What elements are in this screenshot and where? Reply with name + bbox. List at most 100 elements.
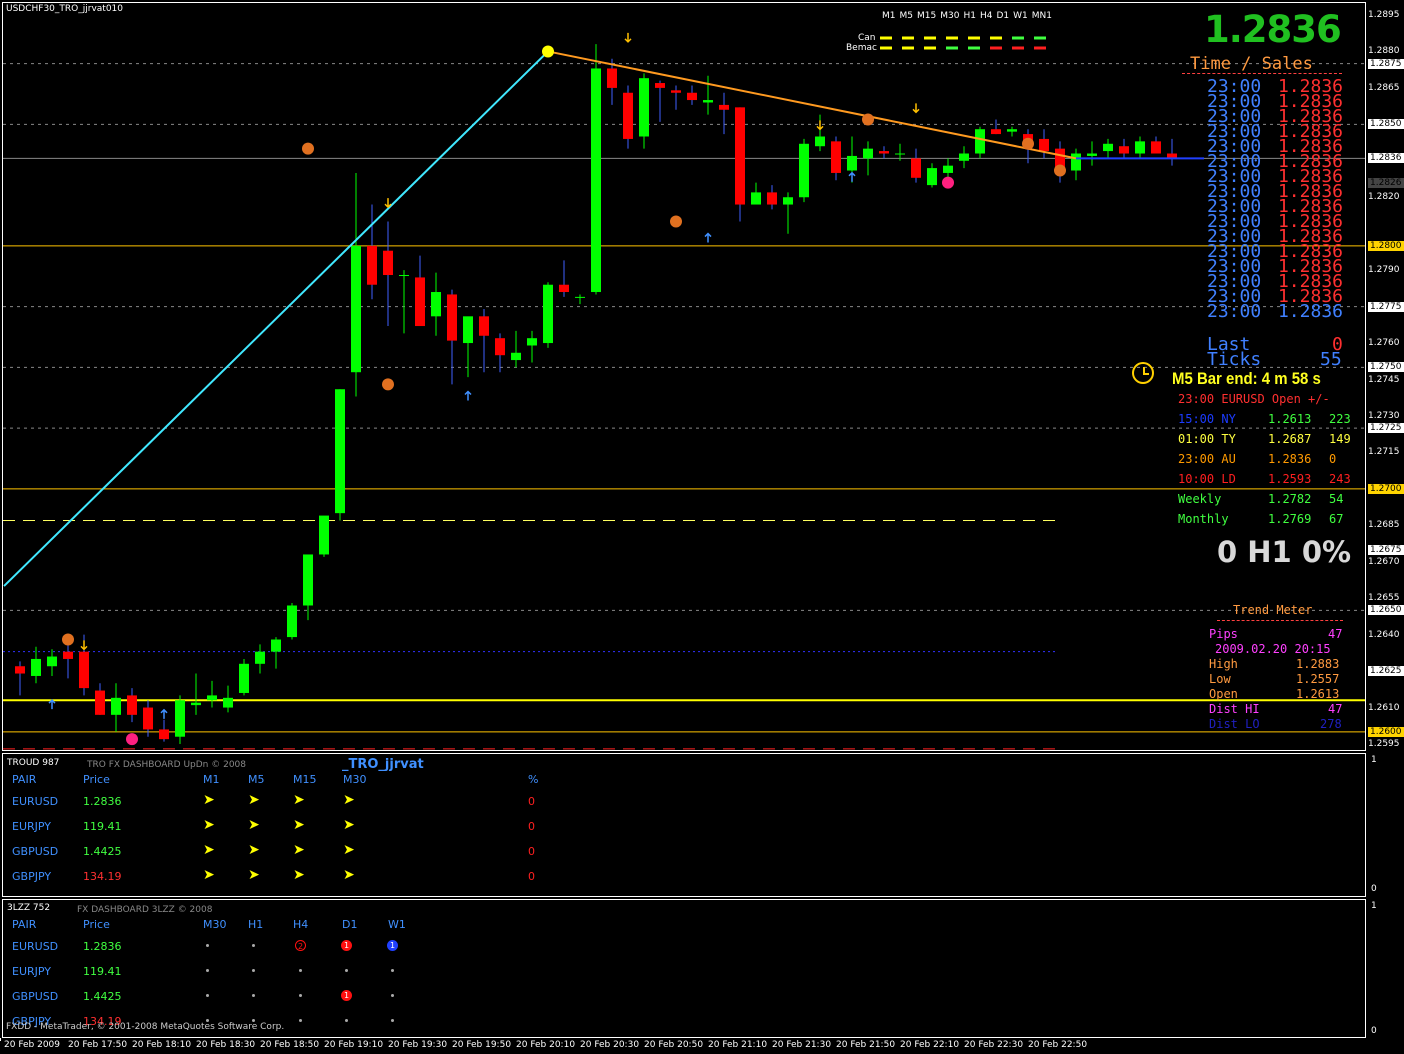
dashboard2-signal-h4: 2 — [295, 940, 306, 951]
price-label: 1.2730 — [1368, 410, 1400, 421]
trend-meter-title: Trend Meter — [1233, 603, 1313, 617]
session-price-au: 1.2836 — [1268, 452, 1312, 466]
time-sales-underline — [1182, 73, 1342, 74]
candle-body-39 — [639, 78, 649, 137]
dashboard1-pair[interactable]: EURUSD — [12, 795, 58, 808]
dashboard1-arrow-icon: ➤ — [293, 867, 305, 883]
candle-body-50 — [815, 136, 825, 147]
arrow-up-1 — [48, 699, 56, 710]
candle-body-29 — [479, 316, 489, 336]
tm-high-label: High — [1209, 657, 1238, 671]
legend-can-label: Can — [858, 33, 876, 43]
dashboard2-pair[interactable]: GBPUSD — [12, 990, 58, 1003]
candle-body-49 — [799, 143, 809, 198]
zigzag-marker-c — [62, 633, 74, 646]
price-label: 1.2745 — [1368, 374, 1400, 385]
ticks-label: Ticks — [1207, 349, 1262, 370]
dashboard1-pct: 0 — [528, 820, 535, 833]
monthly-price: 1.2769 — [1268, 512, 1312, 526]
tm-open-value: 1.2613 — [1296, 687, 1340, 701]
dashboard2-dot — [252, 969, 255, 972]
candle-body-11 — [191, 702, 201, 706]
dashboard2-pair[interactable]: EURUSD — [12, 940, 58, 953]
time-label: 20 Feb 20:10 — [516, 1040, 576, 1050]
timeframe-selector[interactable]: M1 M5 M15 M30 H1 H4 D1 W1 MN1 — [882, 11, 1052, 21]
timeframe-m15[interactable]: M15 — [917, 11, 936, 21]
candle-body-19 — [319, 515, 329, 555]
weekly-price: 1.2782 — [1268, 492, 1312, 506]
price-label: 1.2600 — [1368, 726, 1404, 737]
candle-body-30 — [495, 338, 505, 356]
candle-body-40 — [655, 83, 665, 88]
candle-body-0 — [15, 666, 25, 674]
timeframe-w1[interactable]: W1 — [1013, 11, 1028, 21]
zigzag-marker-i — [1054, 164, 1066, 177]
dashboard1-arrow-icon: ➤ — [343, 817, 355, 833]
session-pips-ny: 223 — [1329, 412, 1351, 426]
session-pips-ld: 243 — [1329, 472, 1351, 486]
timeframe-d1[interactable]: D1 — [996, 11, 1009, 21]
dashboard2-dot — [252, 944, 255, 947]
dashboard1-pair[interactable]: GBPJPY — [12, 870, 51, 883]
price-label: 1.2836 — [1368, 153, 1404, 164]
price-label: 1.2760 — [1368, 338, 1400, 349]
timeframe-h1[interactable]: H1 — [963, 11, 976, 21]
candle-body-5 — [95, 690, 105, 715]
dashboard2-signal-w1: 1 — [387, 940, 398, 951]
candle-body-68 — [1103, 143, 1113, 152]
time-label: 20 Feb 22:10 — [900, 1040, 960, 1050]
timeframe-m1[interactable]: M1 — [882, 11, 896, 21]
tm-high-value: 1.2883 — [1296, 657, 1340, 671]
candle-body-14 — [239, 663, 249, 693]
candle-body-46 — [751, 192, 761, 205]
session-price-ld: 1.2593 — [1268, 472, 1312, 486]
big-price: 1.2836 — [1204, 8, 1342, 51]
time-sales-row: 23:00 1.2836 — [1207, 303, 1343, 321]
time-label: 20 Feb 19:30 — [388, 1040, 448, 1050]
tm-dist-lo-label: Dist LO — [1209, 717, 1260, 731]
timeframe-mn1[interactable]: MN1 — [1032, 11, 1052, 21]
timeframe-h4[interactable]: H4 — [980, 11, 993, 21]
zigzag-marker-g — [942, 176, 954, 189]
session-name-au: 23:00 AU — [1178, 452, 1236, 466]
candle-body-26 — [431, 292, 441, 317]
zigzag-marker-d — [126, 733, 138, 746]
time-label: 20 Feb 20:50 — [644, 1040, 704, 1050]
dashboard2-pair[interactable]: EURJPY — [12, 965, 51, 978]
dashboard1-arrow-icon: ➤ — [293, 817, 305, 833]
ticks-value: 55 — [1320, 349, 1342, 370]
timeframe-m5[interactable]: M5 — [900, 11, 914, 21]
dashboard2-dot — [299, 1019, 302, 1022]
candle-body-55 — [895, 153, 905, 155]
dashboard1-pct: 0 — [528, 845, 535, 858]
dashboard2-dot — [206, 969, 209, 972]
time-label: 20 Feb 21:50 — [836, 1040, 896, 1050]
price-label: 1.2640 — [1368, 629, 1400, 640]
candle-body-56 — [911, 158, 921, 178]
dashboard2-dot — [391, 969, 394, 972]
timeframe-m30[interactable]: M30 — [940, 11, 959, 21]
time-label: 20 Feb 21:30 — [772, 1040, 832, 1050]
session-name-ld: 10:00 LD — [1178, 472, 1236, 486]
price-label: 1.2675 — [1368, 544, 1404, 555]
price-label: 1.2826 — [1368, 177, 1404, 188]
arrow-down-5 — [912, 103, 920, 114]
candle-body-31 — [511, 352, 521, 361]
dashboard1-pct: 0 — [528, 795, 535, 808]
candle-body-61 — [991, 129, 1001, 135]
candle-body-53 — [863, 148, 873, 159]
sessions-header: 23:00 EURUSD Open +/- — [1178, 392, 1330, 406]
dashboard1-pair[interactable]: GBPUSD — [12, 845, 58, 858]
dashboard1-arrow-icon: ➤ — [248, 792, 260, 808]
dashboard1-pair[interactable]: EURJPY — [12, 820, 51, 833]
dashboard2-signal-d1: 1 — [341, 940, 352, 951]
candle-body-21 — [351, 245, 361, 373]
candle-body-59 — [959, 153, 969, 161]
dashboard1-window-label: TROUD 987 — [7, 758, 60, 768]
candle-body-2 — [47, 656, 57, 667]
dashboard2-header-price: Price — [83, 918, 110, 931]
candle-body-48 — [783, 197, 793, 205]
dashboard1-arrow-icon: ➤ — [343, 867, 355, 883]
candle-body-38 — [623, 92, 633, 139]
candle-body-10 — [175, 700, 185, 737]
